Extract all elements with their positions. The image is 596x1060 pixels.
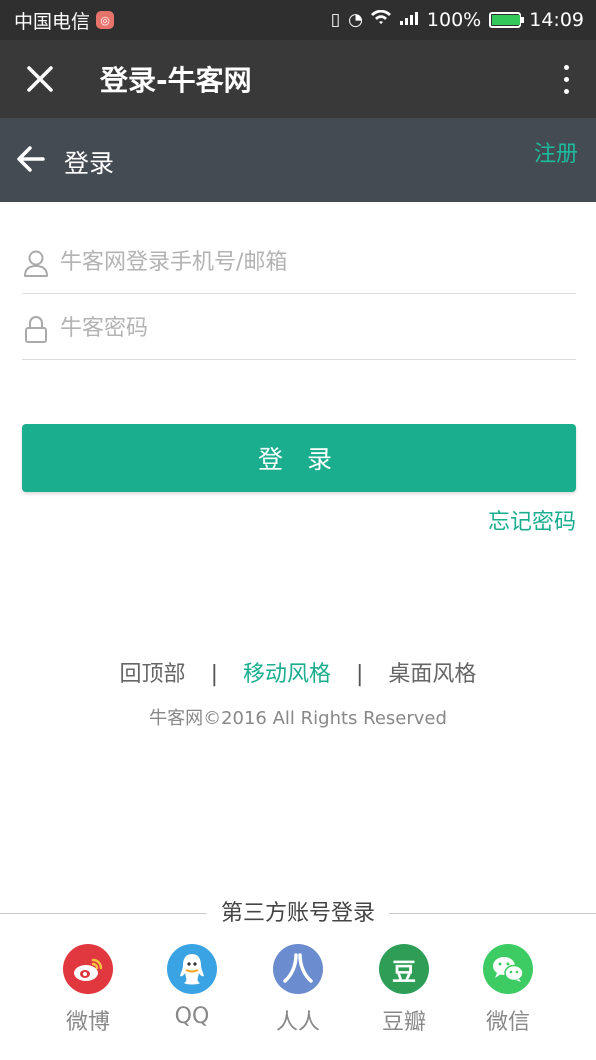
carrier-name: 中国电信 [14,10,91,33]
status-left: 中国电信 ◎ [14,7,115,34]
copyright-text: 牛客网©2016 All Rights Reserved [149,708,447,729]
forgot-password-link[interactable]: 忘记密码 [488,504,576,536]
footer-links: 回顶部 | 移动风格 | 桌面风格 [0,656,596,688]
third-party-title-text: 第三方账号登录 [206,901,389,926]
third-party-title: 第三方账号登录 [0,895,596,927]
signal-icon [399,10,419,31]
desktop-style-link[interactable]: 桌面风格 [388,662,476,687]
page-header: 登录 注册 [0,118,596,202]
status-right: ▯ ◔ 100% 14:09 [331,9,584,31]
alarm-icon: ◔ [348,10,363,30]
social-renren[interactable]: 人人 [253,944,343,1036]
close-icon [27,66,53,92]
more-dot-icon [563,88,569,94]
more-dot-icon [563,76,569,82]
footer-separator: | [210,662,218,687]
social-douban[interactable]: 豆 豆瓣 [359,944,449,1036]
social-weibo[interactable]: 微博 [43,944,133,1036]
social-label: 人人 [275,1010,320,1035]
back-to-top-link[interactable]: 回顶部 [120,662,186,687]
login-button[interactable]: 登 录 [22,424,576,492]
mobile-style-link[interactable]: 移动风格 [243,662,331,687]
wechat-icon [483,944,533,994]
more-dot-icon [563,64,569,70]
vibrate-icon: ▯ [330,10,341,30]
wifi-icon [370,9,391,31]
title-bar: 登录-牛客网 [0,40,596,118]
social-label: 微博 [65,1010,110,1035]
douban-icon: 豆 [379,944,429,994]
social-label: 豆瓣 [381,1010,426,1035]
user-icon [24,250,48,277]
arrow-left-icon [17,146,45,172]
lock-icon [25,315,47,343]
renren-icon [273,944,323,994]
social-wechat[interactable]: 微信 [463,944,553,1036]
social-label: 微信 [485,1010,530,1035]
password-field [22,298,576,360]
social-qq[interactable]: QQ [147,944,237,1029]
battery-icon [489,12,525,28]
password-input[interactable] [60,316,576,341]
douban-glyph: 豆 [392,957,416,986]
window-title: 登录-牛客网 [100,64,252,97]
account-input[interactable] [60,250,576,275]
third-party-divider: 第三方账号登录 [0,895,596,931]
account-field [22,232,576,294]
status-bar: 中国电信 ◎ ▯ ◔ 100% 14:09 [0,0,596,40]
register-link[interactable]: 注册 [534,136,578,168]
battery-percent: 100% [426,9,482,31]
close-button[interactable] [0,40,80,118]
back-button[interactable] [16,144,50,174]
qq-icon [167,944,217,994]
social-login-row: 微博 QQ 人人 豆 豆瓣 微信 [0,944,596,1044]
social-label: QQ [174,1004,210,1029]
weibo-icon [63,944,113,994]
clock: 14:09 [529,9,584,31]
carrier-badge-icon: ◎ [96,11,115,29]
page-title: 登录 [64,149,115,178]
more-menu-button[interactable] [536,40,596,118]
footer-separator: | [356,662,364,687]
